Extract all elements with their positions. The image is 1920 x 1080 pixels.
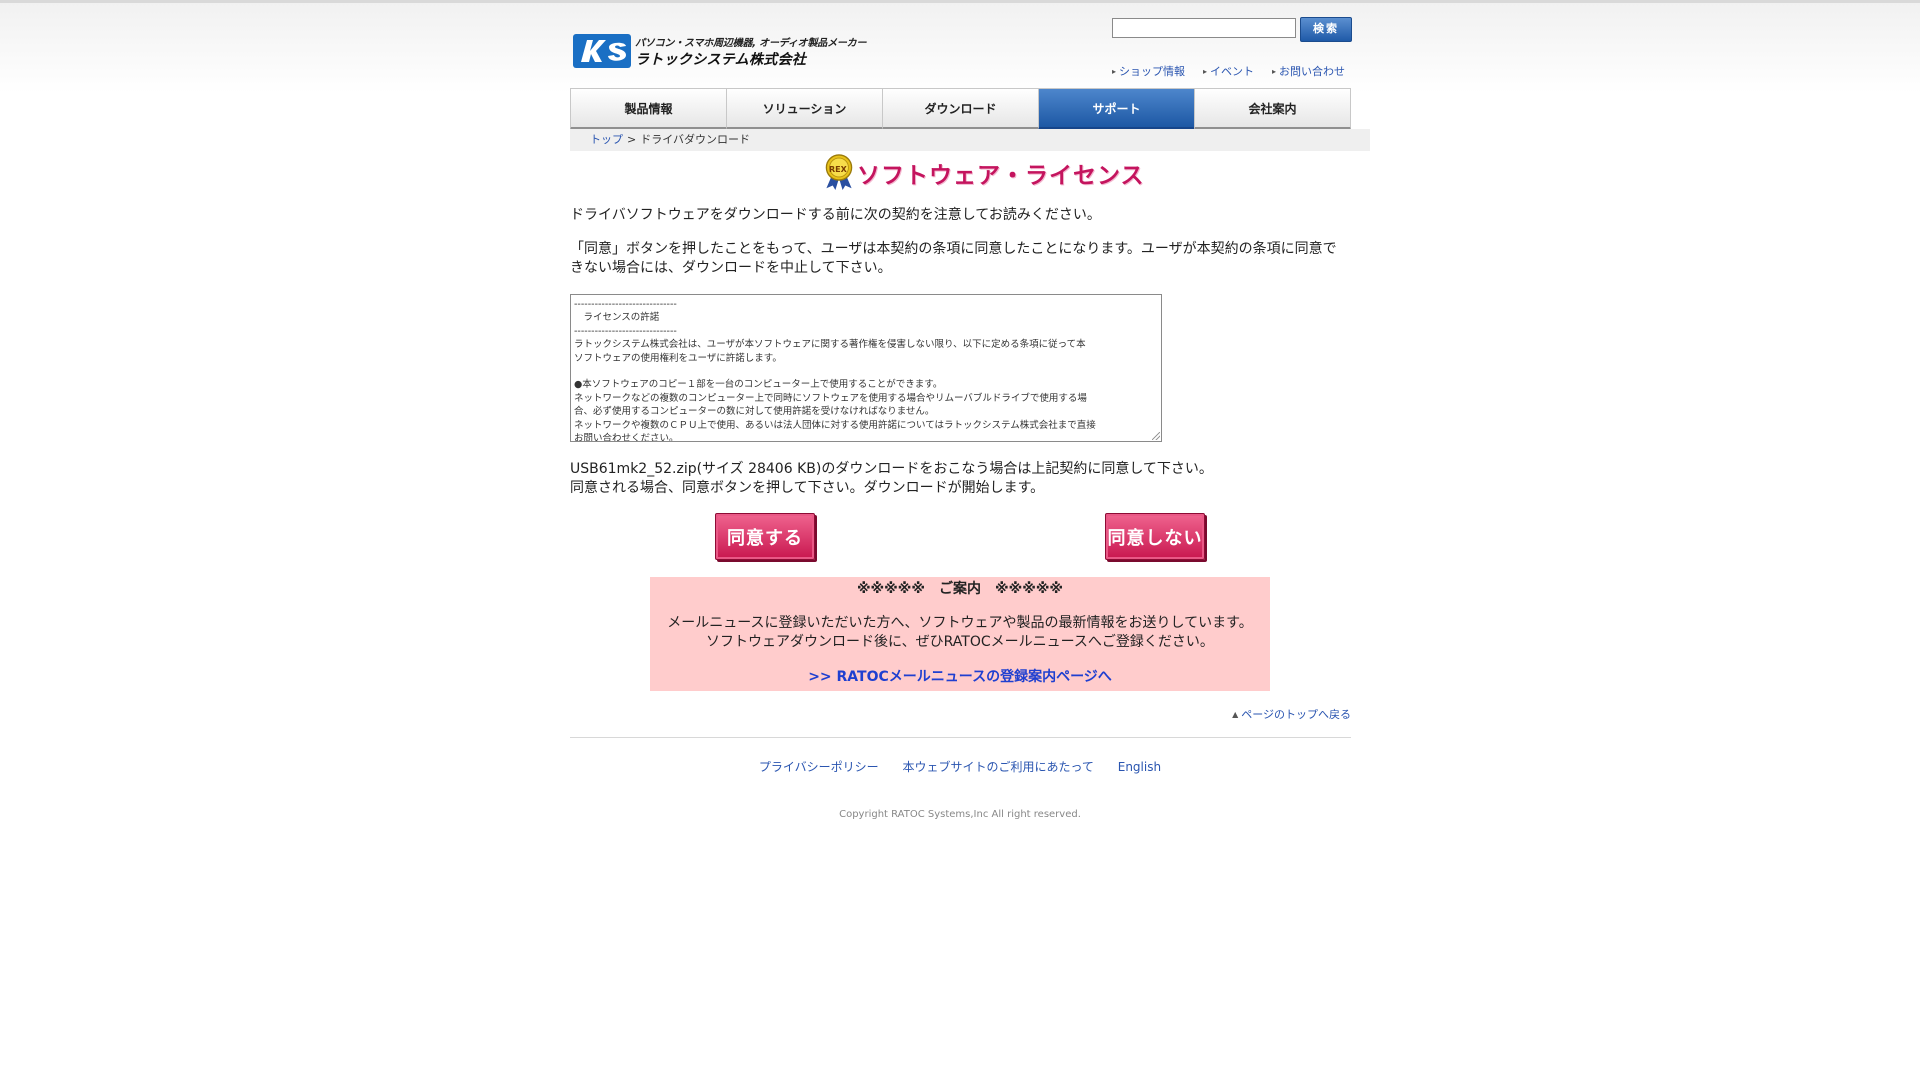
search-input[interactable] — [1112, 18, 1296, 38]
license-intro-1: ドライバソフトウェアをダウンロードする前に次の契約を注意してお読みください。 — [570, 207, 1101, 223]
logo-company-name: ラトックシステム株式会社 — [635, 52, 807, 68]
license-textarea[interactable]: ------------------------------ ライセンスの許諾 … — [570, 294, 1162, 442]
ratoc-logo-icon — [573, 34, 631, 68]
back-to-top-link[interactable]: ページのトップへ戻る — [1232, 708, 1351, 721]
license-line: お問い合わせください。 — [574, 433, 679, 442]
license-line: ------------------------------ — [574, 299, 677, 310]
license-line — [574, 365, 1158, 378]
license-line: 合、必ず使用するコンピューターの数に対して使用許諾を受けなければなりません。 — [574, 406, 935, 418]
breadcrumb-current: ドライバダウンロード — [640, 133, 750, 146]
download-info-line-2: 同意される場合、同意ボタンを押して下さい。ダウンロードが開始します。 — [570, 480, 1045, 496]
footer-link-terms[interactable]: 本ウェブサイトのご利用にあたって — [903, 760, 1094, 774]
nav-item-download[interactable]: ダウンロード — [882, 88, 1038, 130]
copyright: Copyright RATOC Systems,Inc All right re… — [839, 809, 1081, 820]
rex-badge-label: REX — [829, 165, 847, 174]
notice-registration-link[interactable]: >> RATOCメールニュースの登録案内ページへ — [650, 668, 1270, 687]
footer-divider — [570, 737, 1351, 738]
main-nav: 製品情報 ソリューション ダウンロード サポート 会社案内 — [570, 88, 1351, 130]
disagree-button[interactable]: 同意しない — [1105, 513, 1205, 560]
footer-links: プライバシーポリシー 本ウェブサイトのご利用にあたって English — [569, 758, 1351, 775]
license-line: ラトックシステム株式会社は、ユーザが本ソフトウェアに関する著作権を侵害しない限り… — [574, 339, 1086, 351]
logo-tagline: パソコン・スマホ周辺機器, オーディオ製品メーカー — [635, 38, 867, 49]
agree-button[interactable]: 同意する — [715, 513, 815, 560]
breadcrumb-separator: > — [627, 133, 637, 146]
utility-link-shop[interactable]: ショップ情報 — [1112, 63, 1185, 79]
search-button[interactable]: 検索 — [1300, 17, 1352, 42]
mail-news-notice: ※※※※※ ご案内 ※※※※※ メールニュースに登録いただいた方へ、ソフトウェア… — [650, 577, 1270, 691]
site-logo[interactable]: パソコン・スマホ周辺機器, オーディオ製品メーカー ラトックシステム株式会社 — [573, 32, 867, 72]
footer-link-privacy[interactable]: プライバシーポリシー — [759, 760, 879, 774]
download-info: USB61mk2_52.zip(サイズ 28406 KB)のダウンロードをおこな… — [570, 460, 1350, 498]
breadcrumb-home[interactable]: トップ — [590, 133, 623, 146]
footer-link-english[interactable]: English — [1118, 760, 1161, 774]
nav-item-solutions[interactable]: ソリューション — [726, 88, 882, 130]
license-line: ライセンスの許諾 — [574, 312, 660, 324]
nav-item-support[interactable]: サポート — [1038, 88, 1194, 130]
license-intro-2: 「同意」ボタンを押したことをもって、ユーザは本契約の条項に同意したことになります… — [570, 241, 1337, 276]
notice-body-1: メールニュースに登録いただいた方へ、ソフトウェアや製品の最新情報をお送りしていま… — [667, 615, 1253, 631]
license-line: ●本ソフトウェアのコピー１部を一台のコンピューター上で使用することができます。 — [574, 379, 943, 391]
nav-item-products[interactable]: 製品情報 — [570, 88, 726, 130]
license-line: ネットワークなどの複数のコンピューター上で同時にソフトウェアを使用する場合やリム… — [574, 392, 1087, 404]
breadcrumb: トップ > ドライバダウンロード — [570, 129, 1370, 151]
utility-link-event[interactable]: イベント — [1203, 63, 1254, 79]
license-title-text: ソフトウェア・ライセンス — [857, 163, 1145, 189]
license-line: ネットワークや複数のＣＰＵ上で使用、あるいは法人団体に対する使用許諾についてはラ… — [574, 419, 1096, 431]
back-to-top: ページのトップへ戻る — [1139, 706, 1351, 722]
download-info-line-1: USB61mk2_52.zip(サイズ 28406 KB)のダウンロードをおこな… — [570, 461, 1213, 477]
license-line: ソフトウェアの使用権利をユーザに許諾します。 — [574, 352, 782, 364]
notice-body-2: ソフトウェアダウンロード後に、ぜひRATOCメールニュースへご登録ください。 — [706, 634, 1214, 650]
header-background — [0, 3, 1920, 93]
nav-item-company[interactable]: 会社案内 — [1194, 88, 1351, 130]
license-line: ------------------------------ — [574, 325, 677, 337]
utility-link-contact[interactable]: お問い合わせ — [1272, 63, 1345, 79]
utility-links: ショップ情報 イベント お問い合わせ — [1112, 63, 1352, 79]
resize-grip-icon[interactable] — [1152, 432, 1160, 440]
license-title: REX ソフトウェア・ライセンス — [813, 152, 1144, 194]
notice-heading: ※※※※※ ご案内 ※※※※※ — [856, 581, 1064, 597]
